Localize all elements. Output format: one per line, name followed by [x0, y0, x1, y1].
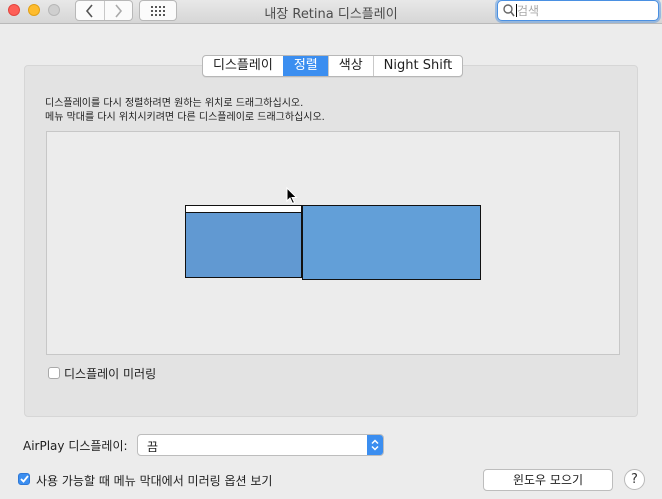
instruction-line-2: 메뉴 막대를 다시 위치시키려면 다른 디스플레이로 드래그하십시오.: [45, 112, 325, 123]
arrangement-instructions: 디스플레이를 다시 정렬하려면 원하는 위치로 드래그하십시오. 메뉴 막대를 …: [45, 97, 325, 125]
airplay-label: AirPlay 디스플레이:: [23, 439, 128, 453]
updown-arrows-icon: [367, 435, 383, 455]
tab-arrangement[interactable]: 정렬: [282, 56, 328, 76]
tab-night-shift[interactable]: Night Shift: [372, 56, 463, 76]
search-field[interactable]: [497, 0, 659, 21]
tab-display[interactable]: 디스플레이: [203, 56, 283, 76]
search-input[interactable]: [517, 2, 652, 19]
mirroring-label[interactable]: 디스플레이 미러링: [64, 365, 156, 382]
magnifier-icon: [503, 4, 515, 17]
mouse-pointer-icon: [286, 187, 298, 205]
show-mirroring-options-label[interactable]: 사용 가능할 때 메뉴 막대에서 미러링 옵션 보기: [36, 472, 272, 489]
airplay-selected-value: 끔: [147, 440, 159, 454]
menu-bar-indicator[interactable]: [186, 206, 301, 213]
show-mirroring-options-checkbox[interactable]: [18, 473, 30, 485]
tab-color[interactable]: 색상: [327, 56, 373, 76]
gather-windows-button[interactable]: 윈도우 모으기: [483, 469, 613, 491]
instruction-line-1: 디스플레이를 다시 정렬하려면 원하는 위치로 드래그하십시오.: [45, 98, 304, 109]
title-bar: 내장 Retina 디스플레이: [0, 0, 662, 24]
tab-bar: 디스플레이 정렬 색상 Night Shift: [202, 55, 464, 77]
airplay-display-select[interactable]: 끔: [137, 434, 384, 456]
built-in-display-thumbnail[interactable]: [185, 205, 302, 278]
external-display-thumbnail[interactable]: [302, 205, 481, 280]
mirroring-checkbox[interactable]: [48, 367, 60, 379]
checkmark-icon: [19, 475, 29, 483]
help-button[interactable]: ?: [624, 469, 645, 490]
